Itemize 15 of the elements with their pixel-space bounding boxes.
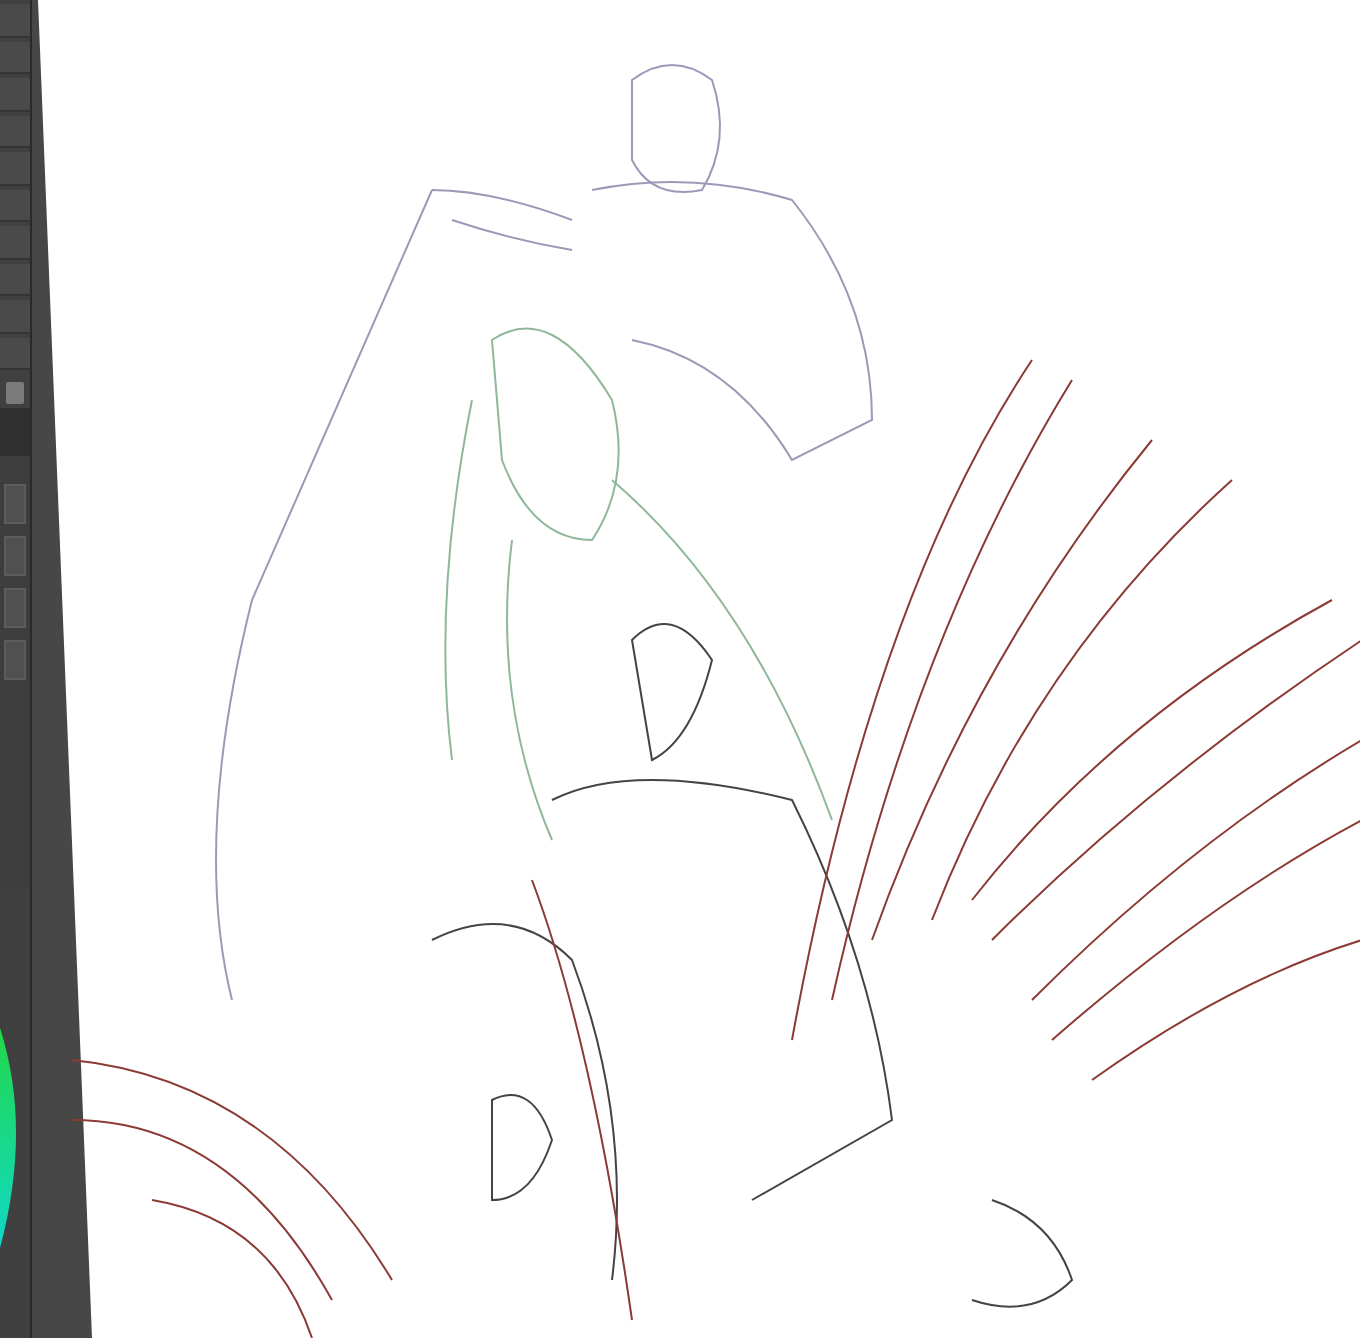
- property-field[interactable]: [4, 484, 26, 524]
- layer-row[interactable]: [0, 337, 30, 371]
- layer-row[interactable]: [0, 4, 30, 38]
- layer-row[interactable]: [0, 226, 30, 260]
- layer-row[interactable]: [0, 41, 30, 75]
- property-field[interactable]: [4, 536, 26, 576]
- property-field[interactable]: [4, 588, 26, 628]
- layer-row[interactable]: [0, 115, 30, 149]
- layer-row[interactable]: [0, 78, 30, 112]
- layer-row[interactable]: [0, 189, 30, 223]
- layer-row[interactable]: [0, 300, 30, 334]
- property-field[interactable]: [4, 640, 26, 680]
- trash-icon[interactable]: [6, 382, 24, 404]
- layer-row[interactable]: [0, 263, 30, 297]
- layer-row[interactable]: [0, 152, 30, 186]
